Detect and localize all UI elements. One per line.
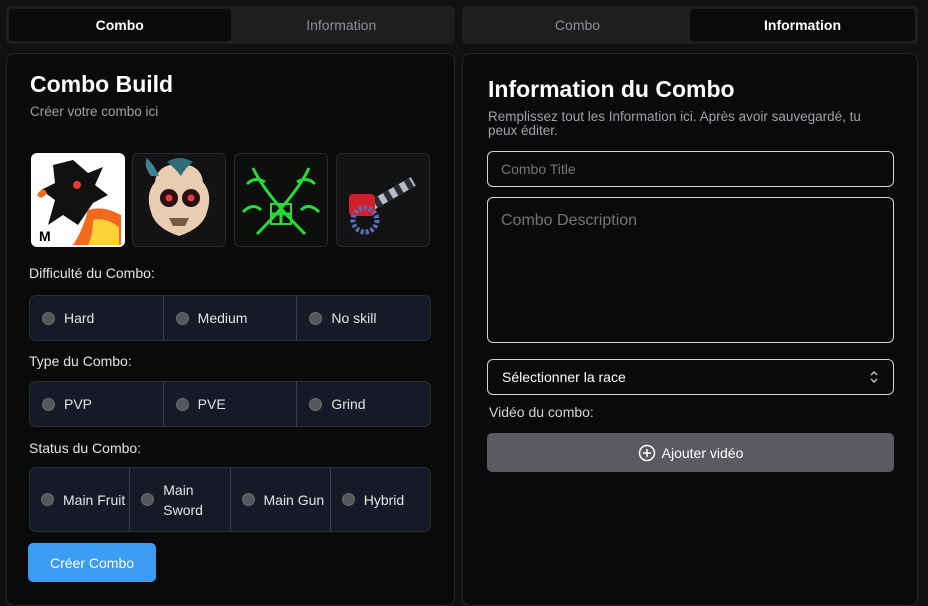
radio-label: PVP	[64, 396, 93, 412]
info-subtitle: Remplissez tout les Information ici. Apr…	[488, 109, 861, 138]
combo-title-input[interactable]	[487, 151, 894, 187]
radio-circle-icon	[42, 311, 55, 325]
difficulty-label: Difficulté du Combo:	[29, 265, 155, 281]
add-video-label: Ajouter vidéo	[661, 444, 744, 461]
difficulty-radio-group: Hard Medium No skill	[29, 295, 431, 341]
radio-pve[interactable]: PVE	[164, 382, 298, 426]
crossed-swords-icon	[235, 154, 327, 246]
right-tab-bar: Combo Information	[462, 6, 918, 44]
radio-label: Hybrid	[363, 491, 405, 508]
radio-label: PVE	[197, 396, 226, 412]
radio-grind[interactable]: Grind	[297, 382, 430, 426]
radio-circle-icon	[241, 493, 255, 506]
status-radio-group: Main Fruit Main Sword Main Gun Hybrid	[29, 467, 431, 532]
radio-pvp[interactable]: PVP	[30, 382, 164, 426]
radio-medium[interactable]: Medium	[164, 296, 298, 340]
plus-circle-icon	[638, 444, 656, 462]
radio-hard[interactable]: Hard	[30, 296, 164, 340]
radio-label: Grind	[331, 396, 366, 412]
gun-icon	[349, 177, 416, 235]
tab-information[interactable]: Information	[690, 9, 915, 41]
skull-boss-image[interactable]	[132, 153, 226, 247]
radio-circle-icon	[341, 493, 355, 506]
race-select[interactable]: Sélectionner la race	[487, 359, 894, 395]
radio-label: No skill	[331, 310, 377, 326]
create-combo-button[interactable]: Créer Combo	[28, 543, 156, 582]
radio-label: Main Gun	[263, 491, 325, 508]
page-title: Combo Build	[30, 71, 174, 97]
video-label: Vidéo du combo:	[489, 404, 594, 420]
type-radio-group: PVP PVE Grind	[29, 381, 431, 427]
tab-combo[interactable]: Combo	[9, 9, 231, 41]
combo-description-textarea[interactable]	[487, 197, 894, 343]
tab-information[interactable]: Information	[231, 9, 453, 41]
skull-icon	[145, 158, 210, 236]
gun-image[interactable]	[336, 153, 430, 247]
dragon-icon: M	[33, 155, 123, 245]
radio-circle-icon	[41, 493, 54, 506]
radio-label: Main Fruit	[63, 491, 126, 508]
radio-main-fruit[interactable]: Main Fruit	[30, 468, 131, 531]
radio-circle-icon	[42, 397, 55, 411]
radio-circle-icon	[309, 311, 323, 325]
chevron-updown-icon	[869, 369, 879, 388]
radio-circle-icon	[175, 311, 189, 325]
radio-circle-icon	[141, 493, 155, 506]
radio-no-skill[interactable]: No skill	[297, 296, 430, 340]
radio-main-sword[interactable]: Main Sword	[130, 468, 231, 531]
radio-label: Medium	[197, 310, 248, 326]
crossed-swords-image[interactable]	[234, 153, 328, 247]
page-subtitle: Créer votre combo ici	[30, 104, 159, 119]
race-select-value: Sélectionner la race	[502, 369, 626, 385]
radio-circle-icon	[175, 397, 189, 411]
type-label: Type du Combo:	[29, 353, 132, 369]
radio-label: Main Sword	[163, 481, 203, 518]
dragon-fruit-image[interactable]: M	[31, 153, 125, 247]
tab-combo[interactable]: Combo	[465, 9, 690, 41]
left-tab-bar: Combo Information	[6, 6, 455, 44]
add-video-button[interactable]: Ajouter vidéo	[487, 433, 894, 472]
info-title: Information du Combo	[488, 76, 735, 102]
svg-text:M: M	[39, 228, 51, 244]
status-label: Status du Combo:	[29, 440, 142, 456]
radio-circle-icon	[309, 397, 323, 411]
radio-label: Hard	[64, 310, 95, 326]
radio-hybrid[interactable]: Hybrid	[331, 468, 430, 531]
radio-main-gun[interactable]: Main Gun	[231, 468, 331, 531]
